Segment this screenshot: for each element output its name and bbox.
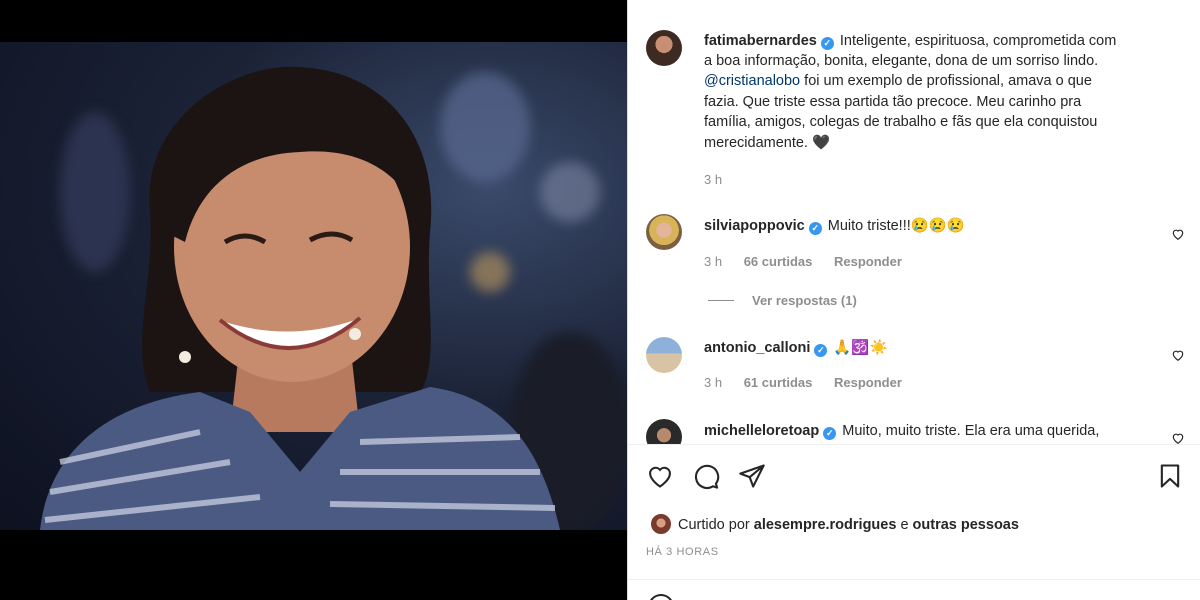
share-icon[interactable] <box>738 462 766 490</box>
verified-icon: ✓ <box>808 222 822 235</box>
comment-icon[interactable] <box>692 462 720 490</box>
liker-avatar[interactable] <box>650 513 672 535</box>
liked-by-middle: e <box>896 517 913 533</box>
comment-likes[interactable]: 61 curtidas <box>744 375 813 390</box>
avatar[interactable] <box>646 214 682 250</box>
verified-icon: ✓ <box>814 344 828 357</box>
view-replies-label: Ver respostas (1) <box>752 293 857 308</box>
liked-by-others-link[interactable]: outras pessoas <box>913 517 1019 533</box>
view-replies-button[interactable]: Ver respostas (1) <box>708 293 857 308</box>
caption-text: merecidamente. 🖤 <box>704 135 831 151</box>
comment-composer[interactable] <box>628 579 1200 600</box>
caption-text: fazia. Que triste essa partida tão preco… <box>704 94 1082 110</box>
post-media[interactable] <box>0 0 627 600</box>
comment-meta: 3 h 61 curtidas Responder <box>704 375 902 390</box>
caption-text: Inteligente, espirituosa, comprometida c… <box>839 33 1117 49</box>
person-illustration <box>40 66 560 530</box>
reply-button[interactable]: Responder <box>834 375 902 390</box>
avatar[interactable] <box>646 30 682 66</box>
post-timestamp[interactable]: HÁ 3 HORAS <box>646 546 719 558</box>
caption-line: fatimabernardes ✓ Inteligente, espirituos… <box>704 31 1116 52</box>
heart-icon[interactable] <box>1171 227 1185 241</box>
comment-text: Muito, muito triste. Ela era uma querida… <box>842 423 1100 439</box>
divider <box>708 300 734 301</box>
action-bar: Curtido por alesempre.rodrigues e outras… <box>628 444 1200 579</box>
liked-by: Curtido por alesempre.rodrigues e outras… <box>678 517 1019 533</box>
comment-text: 🙏🕉️☀️ <box>833 340 888 356</box>
caption-text: família, amigos, colegas de trabalho e f… <box>704 114 1098 130</box>
comment-time[interactable]: 3 h <box>704 254 722 269</box>
mention-link[interactable]: @cristianalobo <box>704 73 800 89</box>
liked-by-prefix: Curtido por <box>678 517 754 533</box>
bookmark-icon[interactable] <box>1156 462 1184 490</box>
comment-line: antonio_calloni ✓ 🙏🕉️☀️ <box>704 338 888 359</box>
reply-button[interactable]: Responder <box>834 254 902 269</box>
verified-icon: ✓ <box>823 427 837 440</box>
comment-username[interactable]: silviapoppovic <box>704 218 805 234</box>
comment-line: michelleloretoap ✓ Muito, muito triste. E… <box>704 421 1099 442</box>
avatar[interactable] <box>646 419 682 444</box>
caption-text: foi um exemplo de profissional, amava o … <box>800 73 1092 89</box>
caption-time[interactable]: 3 h <box>704 172 722 187</box>
verified-icon: ✓ <box>820 37 834 50</box>
avatar[interactable] <box>646 337 682 373</box>
liker-username[interactable]: alesempre.rodrigues <box>754 517 897 533</box>
caption-line: @cristianalobo foi um exemplo de profiss… <box>704 71 1092 92</box>
comments-list[interactable]: fatimabernardes ✓ Inteligente, espirituos… <box>628 0 1200 444</box>
comment-username[interactable]: antonio_calloni <box>704 340 810 356</box>
comment-time[interactable]: 3 h <box>704 375 722 390</box>
caption-text: a boa informação, bonita, elegante, dona… <box>704 53 1099 69</box>
post-sidebar: fatimabernardes ✓ Inteligente, espirituos… <box>627 0 1200 600</box>
comment-meta: 3 h 66 curtidas Responder <box>704 254 902 269</box>
author-username[interactable]: fatimabernardes <box>704 33 817 49</box>
heart-icon[interactable] <box>1171 348 1185 362</box>
heart-icon[interactable] <box>1171 431 1185 444</box>
heart-icon[interactable] <box>646 462 674 490</box>
comment-likes[interactable]: 66 curtidas <box>744 254 813 269</box>
comment-line: silviapoppovic ✓ Muito triste!!!😢😢😢 <box>704 216 965 237</box>
comment-text: Muito triste!!!😢😢😢 <box>827 218 965 234</box>
emoji-icon[interactable] <box>648 594 674 600</box>
comment-username[interactable]: michelleloretoap <box>704 423 819 439</box>
post-photo[interactable] <box>0 42 627 530</box>
